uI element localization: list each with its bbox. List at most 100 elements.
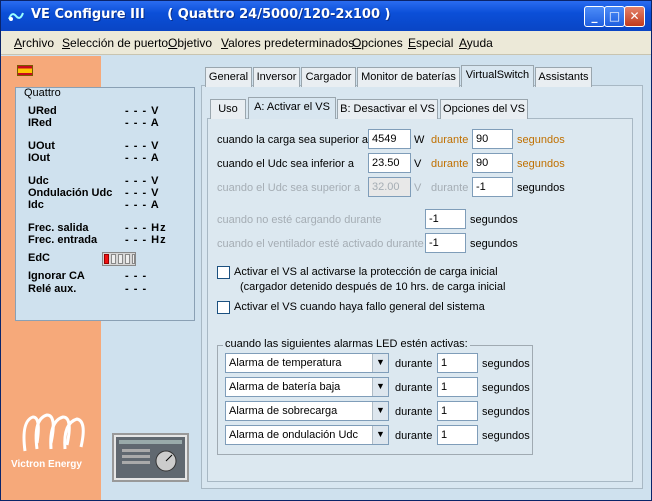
soc-cell	[111, 254, 116, 264]
cond-load-unit: W	[414, 134, 425, 146]
alarm-4-time-input[interactable]	[437, 425, 478, 445]
cond-udc-high-during: durante	[431, 182, 469, 194]
cond-not-charging-input[interactable]	[425, 209, 466, 229]
chk-overload-label: Activar el VS al activarse la protección…	[234, 266, 498, 278]
soc-cell	[125, 254, 130, 264]
maximize-button[interactable]: □	[604, 6, 625, 27]
meas-label-freq-out: Frec. salida	[28, 222, 89, 234]
alarm-2-during: durante	[395, 382, 433, 394]
chk-system-failure-label: Activar el VS cuando haya fallo general …	[234, 301, 485, 313]
meas-label-idc: Idc	[28, 199, 44, 211]
tab-inversor[interactable]: Inversor	[253, 67, 300, 87]
menu-objetivo[interactable]: Objetivo	[168, 36, 212, 50]
meas-value-udc: - - - V	[125, 175, 160, 187]
meas-value-freq-out: - - - Hz	[125, 222, 167, 234]
chevron-down-icon[interactable]: ▼	[372, 378, 388, 396]
chk-system-failure[interactable]	[217, 301, 230, 314]
menu-opciones[interactable]: Opciones	[352, 36, 403, 50]
meas-value-idc: - - - A	[125, 199, 160, 211]
meas-value-freq-in: - - - Hz	[125, 234, 167, 246]
alarm-3-secs: segundos	[482, 406, 530, 418]
cond-udc-high-secs: segundos	[517, 182, 565, 194]
cond-not-charging-secs: segundos	[470, 214, 518, 226]
remote-panel-image	[112, 433, 189, 482]
cond-not-charging-label: cuando no esté cargando durante	[217, 214, 382, 226]
cond-udc-high-unit: V	[414, 182, 422, 194]
tab-virtualswitch[interactable]: VirtualSwitch	[461, 65, 534, 87]
alarm-1-secs: segundos	[482, 358, 530, 370]
app-icon	[8, 12, 24, 21]
alarm-select-4[interactable]: Alarma de ondulación Udc ▼	[225, 425, 389, 445]
alarms-frame-legend: cuando las siguientes alarmas LED estén …	[223, 338, 470, 350]
tab-general[interactable]: General	[205, 67, 252, 87]
tab-assistants[interactable]: Assistants	[535, 67, 592, 87]
cond-udc-low-time-input[interactable]	[472, 153, 513, 173]
alarm-4-secs: segundos	[482, 430, 530, 442]
cond-load-value-input[interactable]	[368, 129, 411, 149]
cond-udc-low-secs: segundos	[517, 158, 565, 170]
meas-value-ired: - - - A	[125, 117, 160, 129]
cond-udc-low-unit: V	[414, 158, 422, 170]
alarm-4-during: durante	[395, 430, 433, 442]
alarm-2-secs: segundos	[482, 382, 530, 394]
cond-udc-high-time-input[interactable]	[472, 177, 513, 197]
soc-cell	[104, 254, 109, 264]
alarm-select-3-value: Alarma de sobrecarga	[229, 405, 338, 417]
alarm-select-3[interactable]: Alarma de sobrecarga ▼	[225, 401, 389, 421]
alarm-select-1-value: Alarma de temperatura	[229, 357, 342, 369]
app-window: VE Configure III ( Quattro 24/5000/120-2…	[0, 0, 652, 501]
meas-value-ignore-ac: - - -	[125, 270, 148, 282]
cond-fan-secs: segundos	[470, 238, 518, 250]
tab-cargador[interactable]: Cargador	[301, 67, 356, 87]
title-bar[interactable]: VE Configure III ( Quattro 24/5000/120-2…	[1, 1, 651, 31]
chevron-down-icon[interactable]: ▼	[372, 426, 388, 444]
monitor-group-label: Quattro	[24, 87, 61, 99]
minimize-button[interactable]: _	[584, 6, 605, 27]
cond-udc-low-value-input[interactable]	[368, 153, 411, 173]
alarm-2-time-input[interactable]	[437, 377, 478, 397]
meas-value-ripple: - - - V	[125, 187, 160, 199]
menu-bar: Archivo Selección de puerto Objetivo Val…	[1, 31, 651, 55]
menu-archivo[interactable]: Archivo	[14, 36, 54, 50]
spain-flag-icon[interactable]	[17, 65, 33, 76]
cond-udc-high-value-input[interactable]	[368, 177, 411, 197]
chevron-down-icon[interactable]: ▼	[372, 354, 388, 372]
meas-value-uout: - - - V	[125, 140, 160, 152]
meas-label-uout: UOut	[28, 140, 55, 152]
subtab-activar[interactable]: A: Activar el VS	[248, 97, 336, 119]
meas-value-iout: - - - A	[125, 152, 160, 164]
chk-overload-protection[interactable]	[217, 266, 230, 279]
meas-label-ired: IRed	[28, 117, 52, 129]
menu-seleccion-puerto[interactable]: Selección de puerto	[62, 36, 168, 50]
chevron-down-icon[interactable]: ▼	[372, 402, 388, 420]
alarm-3-time-input[interactable]	[437, 401, 478, 421]
cond-udc-low-during: durante	[431, 158, 469, 170]
soc-bar	[102, 252, 136, 266]
alarm-select-2[interactable]: Alarma de batería baja ▼	[225, 377, 389, 397]
subtab-desactivar[interactable]: B: Desactivar el VS	[337, 99, 438, 119]
close-button[interactable]: ✕	[624, 6, 645, 27]
menu-especial[interactable]: Especial	[408, 36, 453, 50]
alarm-3-during: durante	[395, 406, 433, 418]
meas-value-ured: - - - V	[125, 105, 160, 117]
cond-load-secs: segundos	[517, 134, 565, 146]
meas-label-iout: IOut	[28, 152, 50, 164]
subtab-opciones[interactable]: Opciones del VS	[440, 99, 528, 119]
meas-label-ripple: Ondulación Udc	[28, 187, 113, 199]
soc-cell	[132, 254, 135, 264]
meas-label-freq-in: Frec. entrada	[28, 234, 98, 246]
cond-udc-low-label: cuando el Udc sea inferior a	[217, 158, 354, 170]
cond-fan-label: cuando el ventilador esté activado duran…	[217, 238, 424, 250]
cond-load-during: durante	[431, 134, 469, 146]
meas-label-udc: Udc	[28, 175, 49, 187]
alarm-select-1[interactable]: Alarma de temperatura ▼	[225, 353, 389, 373]
subtab-uso[interactable]: Uso	[210, 99, 246, 119]
cond-fan-input[interactable]	[425, 233, 466, 253]
meas-label-aux-relay: Relé aux.	[28, 283, 77, 295]
menu-valores-predeterminados[interactable]: Valores predeterminados	[221, 36, 354, 50]
alarm-1-time-input[interactable]	[437, 353, 478, 373]
cond-load-time-input[interactable]	[472, 129, 513, 149]
window-title: VE Configure III ( Quattro 24/5000/120-2…	[31, 7, 391, 22]
menu-ayuda[interactable]: Ayuda	[459, 36, 493, 50]
tab-monitor-baterias[interactable]: Monitor de baterías	[357, 67, 460, 87]
